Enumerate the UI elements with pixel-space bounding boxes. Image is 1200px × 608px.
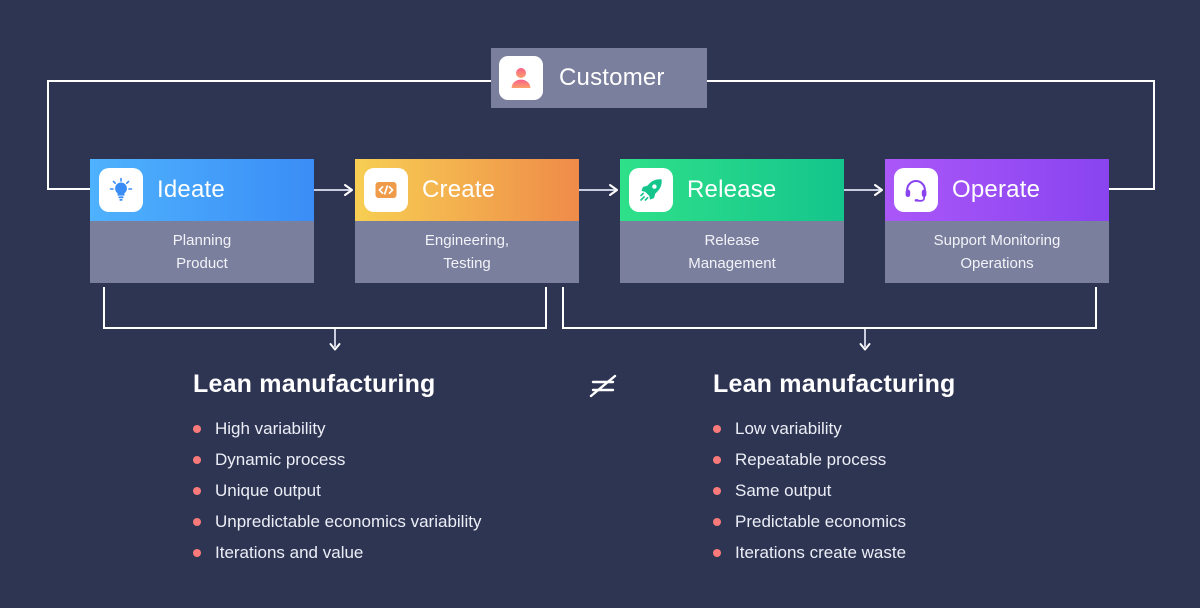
stage-release-title: Release	[687, 176, 777, 203]
comparison-right-title: Lean manufacturing	[713, 370, 956, 398]
bullet-icon	[193, 456, 201, 464]
headset-icon	[894, 168, 938, 212]
feedback-loop-top-left-line	[47, 80, 500, 82]
stage-release[interactable]: Release Release Management	[620, 159, 844, 283]
comparison-panel-left: Lean manufacturing High variability Dyna…	[193, 370, 543, 568]
bracket-right-start	[562, 287, 564, 329]
stage-ideate-header: Ideate	[90, 159, 314, 221]
bullet-icon	[193, 549, 201, 557]
bracket-left-base	[103, 327, 547, 329]
list-item-label: Iterations create waste	[735, 543, 907, 562]
stage-operate[interactable]: Operate Support Monitoring Operations	[885, 159, 1109, 283]
feedback-loop-right-line	[1153, 80, 1155, 190]
list-item-label: Same output	[735, 481, 832, 500]
stage-release-body: Release Management	[620, 221, 844, 283]
stage-create-subtitle-line-2: Testing	[443, 255, 491, 272]
flow-arrow-create-to-release	[579, 182, 621, 198]
list-item-label: Dynamic process	[215, 450, 346, 469]
diagram-canvas: Customer Ideate Planning Product Create …	[0, 0, 1200, 608]
stage-operate-title: Operate	[952, 176, 1041, 203]
bullet-icon	[713, 425, 721, 433]
list-item: Low variability	[713, 413, 1063, 444]
list-item-label: Unpredictable economics variability	[215, 512, 482, 531]
comparison-panel-right: Lean manufacturing Low variability Repea…	[713, 370, 1063, 568]
list-item: Dynamic process	[193, 444, 543, 475]
feedback-loop-left-arm	[47, 188, 92, 190]
bullet-icon	[193, 518, 201, 526]
list-item-label: Low variability	[735, 419, 842, 438]
bracket-right-end	[1095, 287, 1097, 329]
stage-create-subtitle-line-1: Engineering,	[424, 232, 510, 249]
list-item: Unique output	[193, 475, 543, 506]
comparison-left-title: Lean manufacturing	[193, 370, 436, 398]
stage-ideate-body: Planning Product	[90, 221, 314, 283]
bullet-icon	[713, 549, 721, 557]
bullet-icon	[713, 487, 721, 495]
bracket-left-end	[545, 287, 547, 329]
feedback-loop-right-arm	[1105, 188, 1155, 190]
list-item-label: Predictable economics	[735, 512, 907, 531]
stage-operate-body: Support Monitoring Operations	[885, 221, 1109, 283]
comparison-right-list: Low variability Repeatable process Same …	[713, 413, 1063, 568]
down-arrow-right	[858, 329, 872, 353]
customer-label: Customer	[559, 64, 665, 91]
not-equal-icon	[586, 371, 620, 401]
bullet-icon	[713, 518, 721, 526]
bracket-right-group	[562, 287, 1097, 329]
list-item: Iterations create waste	[713, 537, 1063, 568]
stage-create[interactable]: Create Engineering, Testing	[355, 159, 579, 283]
bullet-icon	[193, 425, 201, 433]
list-item: Iterations and value	[193, 537, 543, 568]
customer-node[interactable]: Customer	[491, 48, 707, 108]
bracket-right-base	[562, 327, 1097, 329]
stage-ideate-subtitle-line-2: Product	[176, 255, 228, 272]
lightbulb-icon	[99, 168, 143, 212]
list-item: Same output	[713, 475, 1063, 506]
list-item-label: High variability	[215, 419, 326, 438]
down-arrow-left	[328, 329, 342, 353]
code-brackets-icon	[364, 168, 408, 212]
flow-arrow-release-to-operate	[844, 182, 886, 198]
feedback-loop-top-right-line	[707, 80, 1155, 82]
stage-operate-header: Operate	[885, 159, 1109, 221]
list-item: Unpredictable economics variability	[193, 506, 543, 537]
stage-create-title: Create	[422, 176, 496, 203]
comparison-left-list: High variability Dynamic process Unique …	[193, 413, 543, 568]
stage-release-subtitle-line-1: Release	[704, 232, 760, 249]
stage-ideate-title: Ideate	[157, 176, 225, 203]
stage-create-header: Create	[355, 159, 579, 221]
list-item-label: Iterations and value	[215, 543, 364, 562]
flow-arrow-ideate-to-create	[314, 182, 356, 198]
list-item: Predictable economics	[713, 506, 1063, 537]
list-item-label: Unique output	[215, 481, 321, 500]
stage-create-body: Engineering, Testing	[355, 221, 579, 283]
person-icon	[499, 56, 543, 100]
stage-release-subtitle-line-2: Management	[688, 255, 776, 272]
stage-operate-subtitle-line-1: Support Monitoring	[933, 232, 1061, 249]
stage-release-header: Release	[620, 159, 844, 221]
bracket-left-start	[103, 287, 105, 329]
list-item-label: Repeatable process	[735, 450, 887, 469]
feedback-loop-left-line	[47, 80, 49, 190]
stage-ideate-subtitle-line-1: Planning	[172, 232, 232, 249]
bracket-left-group	[103, 287, 547, 329]
stage-operate-subtitle-line-2: Operations	[960, 255, 1034, 272]
bullet-icon	[713, 456, 721, 464]
rocket-icon	[629, 168, 673, 212]
list-item: High variability	[193, 413, 543, 444]
bullet-icon	[193, 487, 201, 495]
list-item: Repeatable process	[713, 444, 1063, 475]
stage-ideate[interactable]: Ideate Planning Product	[90, 159, 314, 283]
